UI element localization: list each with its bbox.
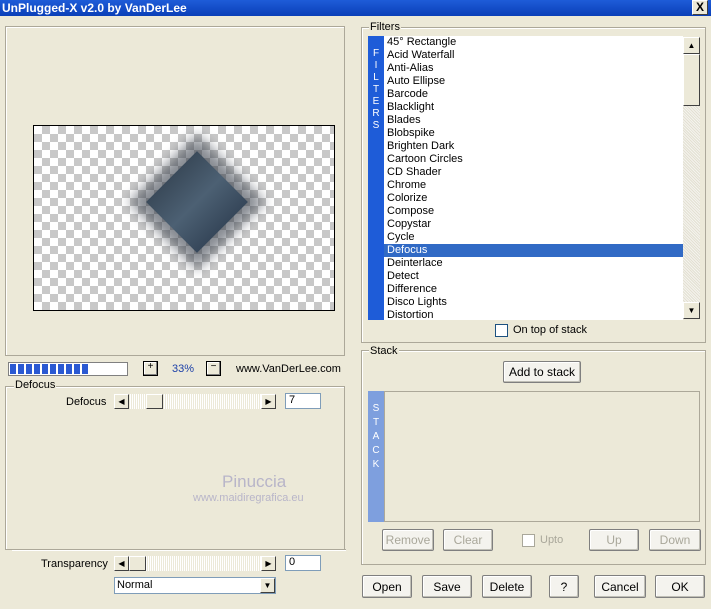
stack-title: Stack xyxy=(369,345,399,357)
transparency-slider-track[interactable] xyxy=(129,556,261,571)
filter-list-item[interactable]: Anti-Alias xyxy=(384,62,683,75)
scroll-up-arrow-icon[interactable]: ▲ xyxy=(683,37,700,54)
filter-list-item[interactable]: Copystar xyxy=(384,218,683,231)
defocus-decrease-arrow-icon[interactable]: ◀ xyxy=(114,394,129,409)
filter-list-item[interactable]: Chrome xyxy=(384,179,683,192)
blend-mode-value: Normal xyxy=(117,579,153,591)
filter-list-item[interactable]: Deinterlace xyxy=(384,257,683,270)
sidebar-letter: T xyxy=(372,84,380,95)
scroll-down-arrow-icon[interactable]: ▼ xyxy=(683,302,700,319)
cancel-button[interactable]: Cancel xyxy=(594,575,646,598)
zoom-out-button[interactable]: − xyxy=(206,361,221,376)
filter-list-item[interactable]: Blobspike xyxy=(384,127,683,140)
scrollbar-thumb[interactable] xyxy=(683,54,700,106)
sidebar-letter: T xyxy=(372,417,380,428)
open-button[interactable]: Open xyxy=(362,575,412,598)
zoom-level: 33% xyxy=(171,363,195,375)
window-title: UnPlugged-X v2.0 by VanDerLee xyxy=(2,1,187,15)
filter-list-item[interactable]: Blacklight xyxy=(384,101,683,114)
save-button[interactable]: Save xyxy=(422,575,472,598)
progress-segment xyxy=(50,364,56,374)
sidebar-letter: F xyxy=(372,48,380,59)
filters-title: Filters xyxy=(369,21,401,33)
filter-list-item[interactable]: Cartoon Circles xyxy=(384,153,683,166)
filters-scrollbar[interactable]: ▲ ▼ xyxy=(683,37,700,319)
filter-list-item[interactable]: Disco Lights xyxy=(384,296,683,309)
filter-list-item[interactable]: Cycle xyxy=(384,231,683,244)
defocus-slider-thumb[interactable] xyxy=(146,394,163,409)
close-button[interactable]: X xyxy=(692,0,708,15)
on-top-checkbox[interactable] xyxy=(495,324,508,337)
preview-canvas[interactable] xyxy=(33,125,335,311)
filter-list-item[interactable]: Colorize xyxy=(384,192,683,205)
filter-list-item[interactable]: Defocus xyxy=(384,244,683,257)
clear-button[interactable]: Clear xyxy=(443,529,493,551)
help-button[interactable]: ? xyxy=(549,575,579,598)
stack-sidebar: STACK xyxy=(368,391,384,522)
down-button[interactable]: Down xyxy=(649,529,701,551)
preview-shape xyxy=(146,151,248,253)
defocus-label: Defocus xyxy=(66,396,107,408)
progress-segment xyxy=(26,364,32,374)
transparency-value-field[interactable]: 0 xyxy=(285,555,321,571)
filter-settings-title: Defocus xyxy=(14,379,57,391)
remove-button[interactable]: Remove xyxy=(382,529,434,551)
transparency-increase-arrow-icon[interactable]: ▶ xyxy=(261,556,276,571)
progress-segment xyxy=(74,364,80,374)
sidebar-letter: E xyxy=(372,96,380,107)
preview-panel xyxy=(5,26,345,356)
sidebar-letter: S xyxy=(372,120,380,131)
divider xyxy=(12,549,346,551)
progress-segment xyxy=(10,364,16,374)
blend-mode-select[interactable]: Normal ▼ xyxy=(114,577,276,594)
up-button[interactable]: Up xyxy=(589,529,639,551)
sidebar-letter: R xyxy=(372,108,380,119)
filter-list-item[interactable]: Brighten Dark xyxy=(384,140,683,153)
progress-segment xyxy=(42,364,48,374)
website-link[interactable]: www.VanDerLee.com xyxy=(236,362,341,376)
progress-segment xyxy=(34,364,40,374)
transparency-slider-thumb[interactable] xyxy=(129,556,146,571)
progress-segment xyxy=(66,364,72,374)
filters-list[interactable]: 45° Rectangle Acid Waterfall Anti-Alias Aut… xyxy=(384,36,683,320)
sidebar-letter: A xyxy=(372,431,380,442)
progress-segment xyxy=(58,364,64,374)
upto-label: Upto xyxy=(540,534,564,546)
sidebar-letter: S xyxy=(372,403,380,414)
filter-list-item[interactable]: Auto Ellipse xyxy=(384,75,683,88)
zoom-in-button[interactable]: + xyxy=(143,361,158,376)
defocus-value-field[interactable]: 7 xyxy=(285,393,321,409)
filter-list-item[interactable]: Compose xyxy=(384,205,683,218)
sidebar-letter: I xyxy=(374,60,378,71)
filter-list-item[interactable]: Acid Waterfall xyxy=(384,49,683,62)
filters-sidebar: FILTERS xyxy=(368,36,384,320)
filter-list-item[interactable]: 45° Rectangle xyxy=(384,36,683,49)
sidebar-letter: K xyxy=(372,459,380,470)
filter-list-item[interactable]: Distortion xyxy=(384,309,683,320)
transparency-label: Transparency xyxy=(41,558,108,570)
filter-list-item[interactable]: CD Shader xyxy=(384,166,683,179)
progress-bar xyxy=(8,362,128,376)
upto-checkbox[interactable] xyxy=(522,534,535,547)
filter-settings-group xyxy=(5,386,345,550)
on-top-label: On top of stack xyxy=(513,324,587,336)
dropdown-arrow-icon[interactable]: ▼ xyxy=(260,578,275,593)
filter-list-item[interactable]: Detect xyxy=(384,270,683,283)
watermark-name: Pinuccia xyxy=(222,472,287,491)
filter-list-item[interactable]: Difference xyxy=(384,283,683,296)
ok-button[interactable]: OK xyxy=(655,575,705,598)
filter-list-item[interactable]: Barcode xyxy=(384,88,683,101)
progress-segment xyxy=(82,364,88,374)
filter-list-item[interactable]: Blades xyxy=(384,114,683,127)
transparency-decrease-arrow-icon[interactable]: ◀ xyxy=(114,556,129,571)
progress-segment xyxy=(18,364,24,374)
delete-button[interactable]: Delete xyxy=(482,575,532,598)
sidebar-letter: C xyxy=(372,445,380,456)
watermark-url: www.maidiregrafica.eu xyxy=(193,492,304,504)
defocus-slider-track[interactable] xyxy=(129,394,261,409)
stack-list[interactable] xyxy=(384,391,700,522)
sidebar-letter: L xyxy=(373,72,379,83)
defocus-increase-arrow-icon[interactable]: ▶ xyxy=(261,394,276,409)
add-to-stack-button[interactable]: Add to stack xyxy=(503,361,581,383)
